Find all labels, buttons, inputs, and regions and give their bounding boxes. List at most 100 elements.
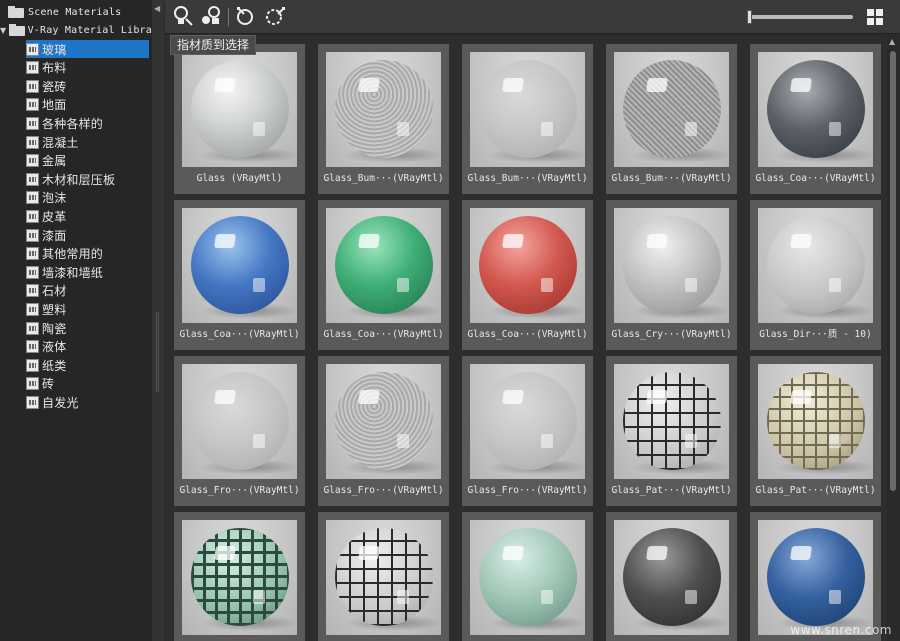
material-library-icon <box>26 209 39 223</box>
tree-item-scene-materials[interactable]: Scene Materials <box>8 3 152 21</box>
material-caption: Glass_Fro···(VRayMtl) <box>323 485 444 496</box>
tree-category-item[interactable]: 砖 <box>26 375 149 393</box>
material-apply-icon[interactable] <box>199 6 223 28</box>
material-caption: Glass_Coa···(VRayMtl) <box>323 329 444 340</box>
sphere-highlight <box>358 390 380 404</box>
material-card[interactable]: Glass_Fro···(VRayMtl) <box>174 356 305 506</box>
material-card[interactable]: Glass_Bum···(VRayMtl) <box>606 44 737 194</box>
material-card[interactable]: Glass_Pat···(VRayMtl) <box>606 356 737 506</box>
material-card[interactable]: Glass_Pat···(VRayMtl) <box>750 356 881 506</box>
sphere-reflection <box>541 278 553 292</box>
gallery-scrollbar[interactable]: ▲ <box>887 35 900 641</box>
tooltip: 指材质到选择 <box>170 35 257 55</box>
tree-category-item[interactable]: 玻璃 <box>26 40 149 58</box>
tree-item-vray-library[interactable]: ▼ V-Ray Material Libra <box>0 21 152 39</box>
tree-category-item[interactable]: 塑料 <box>26 300 149 318</box>
material-library-icon <box>26 358 39 372</box>
tree-category-item[interactable]: 布料 <box>26 59 149 77</box>
material-card[interactable]: Glass_Coa···(VRayMtl) <box>318 200 449 350</box>
material-card[interactable]: Glass_Pat···(VRayMtl) <box>462 512 593 641</box>
material-caption: Glass_Dir···质 - 10) <box>759 329 872 340</box>
material-sphere <box>191 528 289 626</box>
material-card[interactable]: Glass_Coa···(VRayMtl) <box>462 200 593 350</box>
export-icon[interactable] <box>263 6 287 28</box>
scroll-up-icon[interactable]: ▲ <box>889 37 895 46</box>
material-card[interactable]: Glass (VRayMtl) <box>174 44 305 194</box>
tree-category-label: 木材和层压板 <box>42 172 116 187</box>
tree-category-label: 纸类 <box>42 358 67 373</box>
import-icon[interactable] <box>233 6 257 28</box>
tree-category-item[interactable]: 石材 <box>26 282 149 300</box>
slider-thumb[interactable] <box>747 10 752 24</box>
sphere-reflection <box>829 278 841 292</box>
material-card[interactable]: Glass_Fro···(VRayMtl) <box>462 356 593 506</box>
material-card[interactable]: Glass_Pat···(VRayMtl) <box>174 512 305 641</box>
tree-category-item[interactable]: 纸类 <box>26 356 149 374</box>
tree-category-item[interactable]: 漆面 <box>26 226 149 244</box>
material-card[interactable]: Glass_Coa···(VRayMtl) <box>750 44 881 194</box>
tree-category-item[interactable]: 泡沫 <box>26 189 149 207</box>
material-preview <box>470 364 585 479</box>
material-sphere <box>191 216 289 314</box>
tree-category-label: 漆面 <box>42 228 67 243</box>
material-card[interactable]: Glass_Pat···(VRayMtl) <box>750 512 881 641</box>
sphere-highlight <box>502 78 524 92</box>
tree-category-item[interactable]: 各种各样的 <box>26 114 149 132</box>
expand-arrow-icon[interactable]: ▼ <box>0 26 8 35</box>
tree-category-item[interactable]: 其他常用的 <box>26 245 149 263</box>
sphere-reflection <box>829 590 841 604</box>
material-preview <box>758 208 873 323</box>
material-caption: Glass_Fro···(VRayMtl) <box>179 485 300 496</box>
tree-category-label: 瓷砖 <box>42 79 67 94</box>
material-card[interactable]: Glass_Bum···(VRayMtl) <box>318 44 449 194</box>
tree-category-item[interactable]: 皮革 <box>26 207 149 225</box>
tree-category-label: 皮革 <box>42 209 67 224</box>
material-card[interactable]: Glass_Bum···(VRayMtl) <box>462 44 593 194</box>
sphere-highlight <box>646 78 668 92</box>
splitter-grip[interactable] <box>156 312 159 392</box>
tree-category-item[interactable]: 金属 <box>26 152 149 170</box>
tree-category-item[interactable]: 墙漆和墙纸 <box>26 263 149 281</box>
material-card[interactable]: Glass_Cry···(VRayMtl) <box>606 200 737 350</box>
material-card[interactable]: Glass_Pat···(VRayMtl) <box>318 512 449 641</box>
sphere-reflection <box>253 122 265 136</box>
tree-category-item[interactable]: 液体 <box>26 338 149 356</box>
scroll-up-icon[interactable]: ◀ <box>154 4 160 13</box>
tree-category-item[interactable]: 陶瓷 <box>26 319 149 337</box>
material-preview <box>182 520 297 635</box>
sidebar-scrollbar[interactable]: ◀ <box>152 0 164 641</box>
thumbnail-size-slider[interactable] <box>747 10 853 24</box>
material-preview <box>614 52 729 167</box>
material-pick-icon[interactable] <box>171 6 195 28</box>
material-gallery: Glass (VRayMtl) Glass_Bum···(VRayMtl) Glas… <box>165 35 887 641</box>
material-library-icon <box>26 116 39 130</box>
tree-category-item[interactable]: 自发光 <box>26 393 149 411</box>
tree-category-item[interactable]: 混凝土 <box>26 133 149 151</box>
tree-category-item[interactable]: 地面 <box>26 96 149 114</box>
sphere-reflection <box>397 278 409 292</box>
sphere-highlight <box>790 78 812 92</box>
material-caption: Glass_Cry···(VRayMtl) <box>611 329 732 340</box>
material-sphere <box>767 372 865 470</box>
tree-category-label: 泡沫 <box>42 191 67 206</box>
tree-category-label: 陶瓷 <box>42 321 67 336</box>
tree-category-label: 其他常用的 <box>42 247 104 262</box>
tree-category-label: 布料 <box>42 61 67 76</box>
material-library-icon <box>26 191 39 205</box>
tree-category-item[interactable]: 木材和层压板 <box>26 170 149 188</box>
grid-view-icon[interactable] <box>867 9 884 26</box>
material-card[interactable]: Glass_Dir···质 - 10) <box>750 200 881 350</box>
tree-category-item[interactable]: 瓷砖 <box>26 77 149 95</box>
material-card[interactable]: Glass_Pat···(VRayMtl) <box>606 512 737 641</box>
material-card[interactable]: Glass_Fro···(VRayMtl) <box>318 356 449 506</box>
sphere-reflection <box>397 122 409 136</box>
sphere-reflection <box>253 278 265 292</box>
material-card[interactable]: Glass_Coa···(VRayMtl) <box>174 200 305 350</box>
sphere-highlight <box>646 234 668 248</box>
tree-category-label: 各种各样的 <box>42 116 104 131</box>
material-sphere <box>335 528 433 626</box>
material-sphere <box>767 528 865 626</box>
scroll-thumb[interactable] <box>890 51 896 491</box>
tree-item-label: V-Ray Material Libra <box>27 24 152 36</box>
sphere-reflection <box>253 434 265 448</box>
